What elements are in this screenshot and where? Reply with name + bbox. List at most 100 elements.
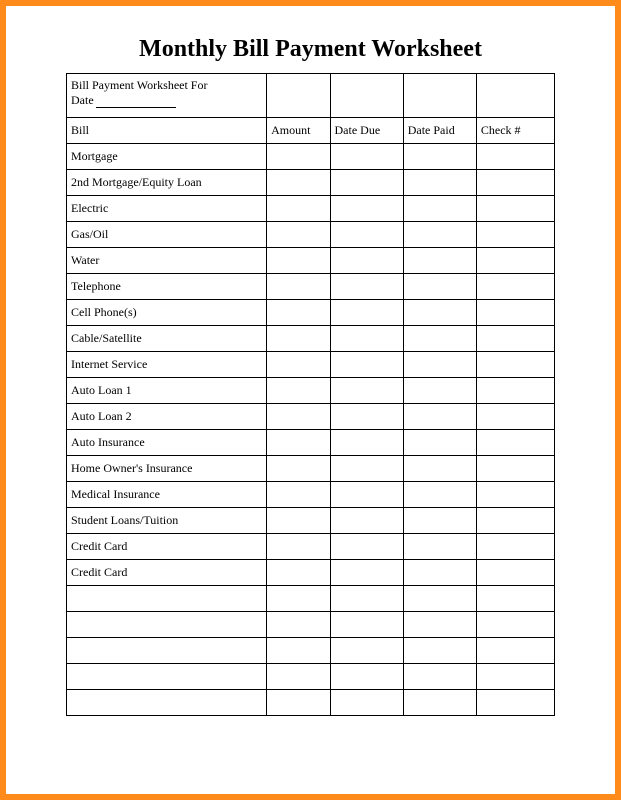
cell-date-due[interactable] (330, 586, 403, 612)
cell-date-paid[interactable] (403, 248, 476, 274)
cell-date-paid[interactable] (403, 638, 476, 664)
bill-label: Student Loans/Tuition (67, 508, 267, 534)
cell-amount[interactable] (267, 248, 330, 274)
cell-date-due[interactable] (330, 352, 403, 378)
cell-amount[interactable] (267, 222, 330, 248)
cell-check-num[interactable] (476, 456, 554, 482)
cell-check-num[interactable] (476, 170, 554, 196)
cell-date-paid[interactable] (403, 690, 476, 716)
cell-check-num[interactable] (476, 222, 554, 248)
cell-date-paid[interactable] (403, 196, 476, 222)
cell-date-paid[interactable] (403, 430, 476, 456)
cell-check-num[interactable] (476, 300, 554, 326)
cell-amount[interactable] (267, 560, 330, 586)
cell-check-num[interactable] (476, 638, 554, 664)
cell-date-due[interactable] (330, 638, 403, 664)
cell-amount[interactable] (267, 690, 330, 716)
cell-date-due[interactable] (330, 222, 403, 248)
cell-check-num[interactable] (476, 196, 554, 222)
cell-check-num[interactable] (476, 690, 554, 716)
col-header-amount: Amount (267, 118, 330, 144)
cell-date-due[interactable] (330, 378, 403, 404)
cell-check-num[interactable] (476, 274, 554, 300)
cell-check-num[interactable] (476, 248, 554, 274)
date-blank-line[interactable] (96, 107, 176, 108)
cell-date-paid[interactable] (403, 456, 476, 482)
cell-date-paid[interactable] (403, 274, 476, 300)
cell-amount[interactable] (267, 586, 330, 612)
cell-date-due[interactable] (330, 664, 403, 690)
cell-amount[interactable] (267, 404, 330, 430)
cell-check-num[interactable] (476, 482, 554, 508)
cell-date-due[interactable] (330, 612, 403, 638)
cell-amount[interactable] (267, 482, 330, 508)
cell-date-paid[interactable] (403, 300, 476, 326)
cell-check-num[interactable] (476, 144, 554, 170)
cell-amount[interactable] (267, 300, 330, 326)
cell-date-due[interactable] (330, 170, 403, 196)
cell-date-paid[interactable] (403, 170, 476, 196)
cell-date-due[interactable] (330, 482, 403, 508)
cell-check-num[interactable] (476, 378, 554, 404)
cell-amount[interactable] (267, 326, 330, 352)
cell-date-paid[interactable] (403, 534, 476, 560)
cell-check-num[interactable] (476, 352, 554, 378)
cell-date-due[interactable] (330, 144, 403, 170)
table-row: Gas/Oil (67, 222, 555, 248)
cell-date-due[interactable] (330, 456, 403, 482)
cell-amount[interactable] (267, 664, 330, 690)
cell-check-num[interactable] (476, 430, 554, 456)
cell-amount[interactable] (267, 274, 330, 300)
cell-date-paid[interactable] (403, 482, 476, 508)
cell-date-paid[interactable] (403, 612, 476, 638)
cell-date-due[interactable] (330, 300, 403, 326)
cell-date-due[interactable] (330, 534, 403, 560)
cell-date-paid[interactable] (403, 508, 476, 534)
cell-amount[interactable] (267, 144, 330, 170)
cell-date-paid[interactable] (403, 352, 476, 378)
cell-date-paid[interactable] (403, 378, 476, 404)
cell-amount[interactable] (267, 612, 330, 638)
cell-check-num[interactable] (476, 326, 554, 352)
cell-amount[interactable] (267, 534, 330, 560)
bill-label: Cell Phone(s) (67, 300, 267, 326)
bill-table: Bill Payment Worksheet For Date Bill Amo… (66, 73, 555, 716)
cell-amount[interactable] (267, 638, 330, 664)
cell-date-paid[interactable] (403, 664, 476, 690)
cell-date-due[interactable] (330, 508, 403, 534)
header-blank-check[interactable] (476, 74, 554, 118)
cell-date-due[interactable] (330, 274, 403, 300)
cell-date-paid[interactable] (403, 404, 476, 430)
header-blank-due[interactable] (330, 74, 403, 118)
cell-date-paid[interactable] (403, 586, 476, 612)
cell-check-num[interactable] (476, 586, 554, 612)
cell-check-num[interactable] (476, 560, 554, 586)
cell-amount[interactable] (267, 456, 330, 482)
header-blank-amount[interactable] (267, 74, 330, 118)
table-row: Cable/Satellite (67, 326, 555, 352)
cell-date-due[interactable] (330, 326, 403, 352)
cell-date-paid[interactable] (403, 222, 476, 248)
cell-check-num[interactable] (476, 612, 554, 638)
cell-date-due[interactable] (330, 690, 403, 716)
cell-check-num[interactable] (476, 404, 554, 430)
cell-check-num[interactable] (476, 508, 554, 534)
cell-date-paid[interactable] (403, 560, 476, 586)
cell-amount[interactable] (267, 430, 330, 456)
cell-amount[interactable] (267, 170, 330, 196)
cell-amount[interactable] (267, 508, 330, 534)
cell-amount[interactable] (267, 196, 330, 222)
cell-date-due[interactable] (330, 430, 403, 456)
cell-date-due[interactable] (330, 560, 403, 586)
cell-check-num[interactable] (476, 664, 554, 690)
header-blank-paid[interactable] (403, 74, 476, 118)
cell-date-due[interactable] (330, 404, 403, 430)
cell-date-due[interactable] (330, 248, 403, 274)
cell-date-paid[interactable] (403, 144, 476, 170)
cell-date-due[interactable] (330, 196, 403, 222)
cell-amount[interactable] (267, 352, 330, 378)
header-label-line2: Date (71, 93, 94, 107)
cell-amount[interactable] (267, 378, 330, 404)
cell-check-num[interactable] (476, 534, 554, 560)
cell-date-paid[interactable] (403, 326, 476, 352)
